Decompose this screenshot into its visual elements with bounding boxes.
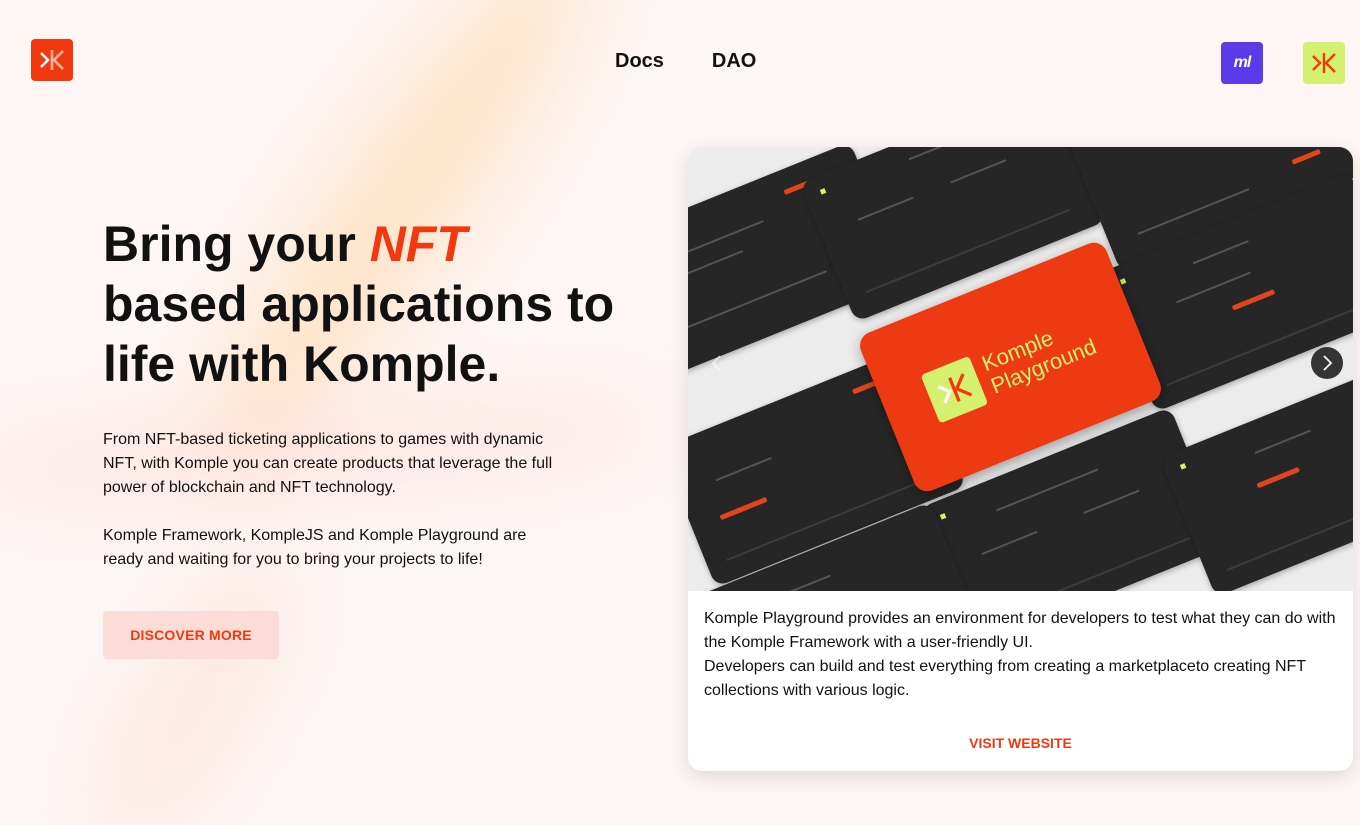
nav-dao-link[interactable]: DAO: [712, 50, 756, 73]
discover-more-button[interactable]: DISCOVER MORE: [103, 611, 279, 659]
background-glow: [76, 538, 314, 825]
playground-carousel-image: Komple Playground: [688, 147, 1353, 591]
card-description-2: Developers can build and test everything…: [704, 658, 1306, 699]
hero-title-before: Bring your: [103, 216, 370, 272]
landing-page: Docs DAO ml Bring your NFT based applica…: [0, 0, 1360, 825]
komple-logo-icon[interactable]: [31, 39, 73, 81]
hero-paragraph-2: Komple Framework, KompleJS and Komple Pl…: [103, 527, 527, 568]
chevron-left-icon[interactable]: [700, 347, 732, 379]
top-nav: Docs DAO: [615, 50, 756, 73]
komple-playground-logo-icon: [920, 355, 989, 424]
hero-title: Bring your NFT based applications to lif…: [103, 214, 623, 394]
visit-website-link[interactable]: VISIT WEBSITE: [704, 735, 1337, 751]
playground-hero-label: Komple Playground: [978, 312, 1100, 398]
card-body: Komple Playground provides an environmen…: [688, 591, 1353, 751]
ml-logo-icon[interactable]: ml: [1221, 42, 1263, 84]
hero-title-accent: NFT: [369, 216, 467, 272]
playground-card: Komple Playground Komple Playground prov…: [688, 147, 1353, 771]
hero-title-after: based applications to life with Komple.: [103, 276, 615, 392]
hero-paragraph-1: From NFT-based ticketing applications to…: [103, 431, 553, 496]
card-description-1: Komple Playground provides an environmen…: [704, 610, 1336, 651]
komple-playground-logo-icon[interactable]: [1303, 42, 1345, 84]
chevron-right-icon[interactable]: [1311, 347, 1343, 379]
nav-docs-link[interactable]: Docs: [615, 50, 664, 73]
ml-logo-text: ml: [1233, 54, 1252, 71]
